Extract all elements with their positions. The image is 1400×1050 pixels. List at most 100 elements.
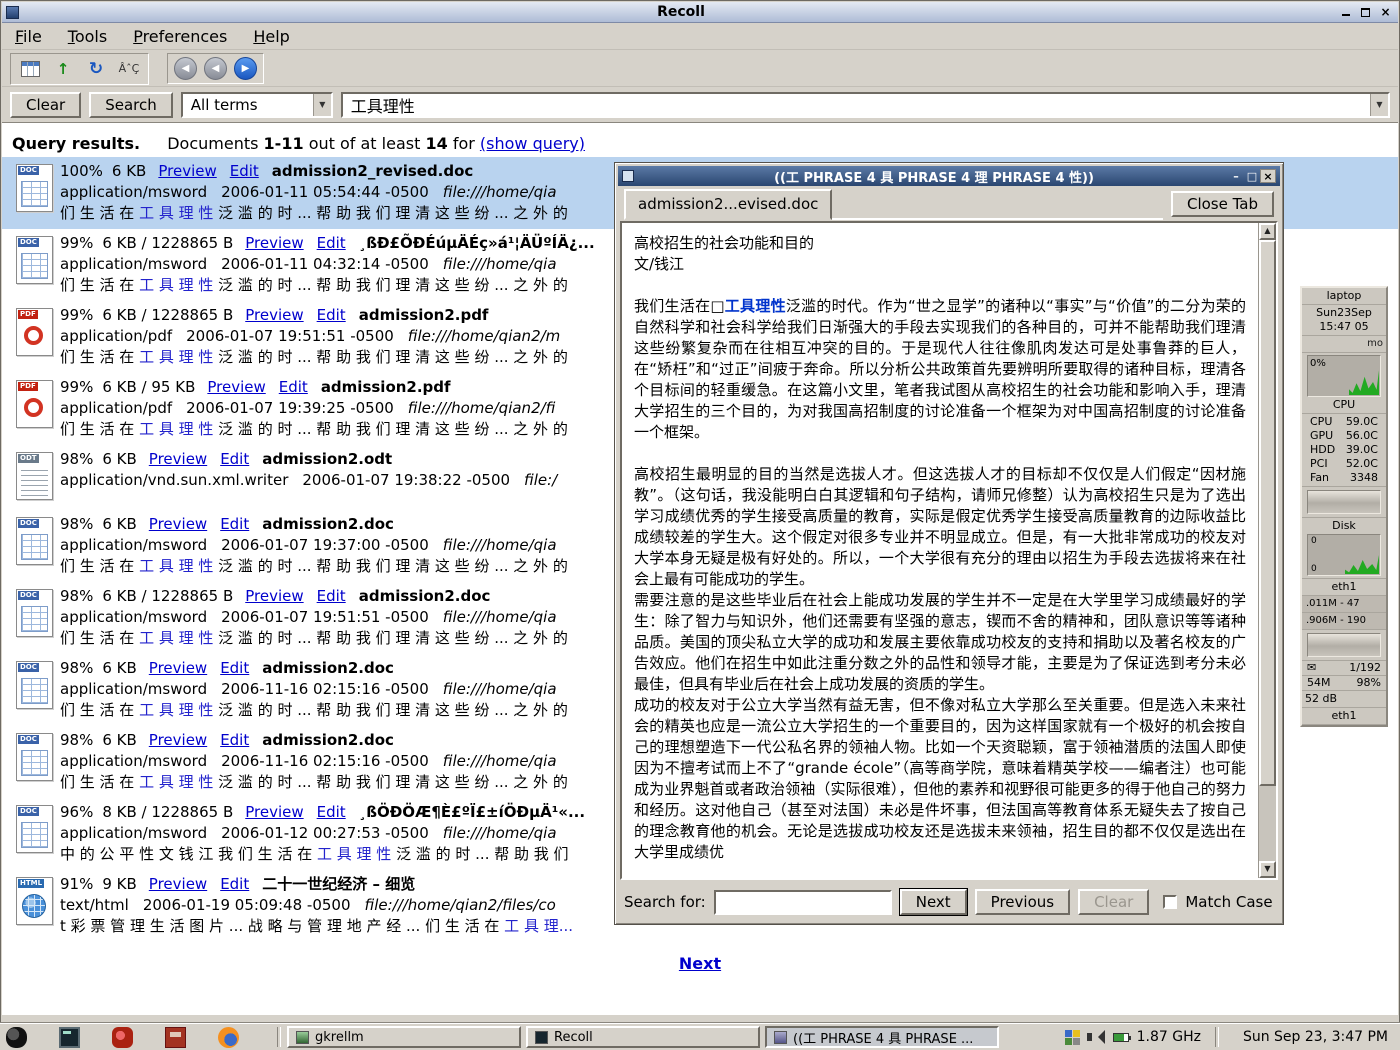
snippet-text: 们 生 活 在 xyxy=(60,276,139,294)
edit-link[interactable]: Edit xyxy=(317,306,346,324)
find-input[interactable] xyxy=(714,890,892,915)
preview-link[interactable]: Preview xyxy=(245,234,303,252)
preview-minimize-button[interactable]: – xyxy=(1228,169,1244,183)
gk-cpu-label: CPU xyxy=(1305,398,1383,412)
preview-link[interactable]: Preview xyxy=(149,450,207,468)
scrollbar-track[interactable] xyxy=(1259,240,1276,861)
preview-link[interactable]: Preview xyxy=(207,378,265,396)
sort-button[interactable]: ↑ xyxy=(50,57,76,81)
table-icon xyxy=(21,61,40,77)
volume-icon[interactable] xyxy=(1091,1030,1105,1044)
close-button[interactable]: × xyxy=(1377,5,1394,20)
term-explorer-button[interactable]: ÂˆÇ xyxy=(116,57,142,81)
result-date: 2006-11-16 02:15:16 -0500 xyxy=(221,752,429,770)
find-next-button[interactable]: Next xyxy=(900,889,967,915)
first-page-button[interactable]: ◀ xyxy=(174,57,197,80)
chevron-down-icon[interactable]: ▼ xyxy=(1370,94,1388,116)
clear-button[interactable]: Clear xyxy=(10,92,81,118)
next-page-button[interactable]: ▶ xyxy=(234,57,257,80)
chevron-down-icon[interactable]: ▼ xyxy=(313,94,331,116)
edit-link[interactable]: Edit xyxy=(220,875,249,893)
gk-meter xyxy=(1307,633,1381,657)
gk-footer: eth1 xyxy=(1302,708,1386,725)
preview-paragraph xyxy=(634,275,1246,296)
search-for-label: Search for: xyxy=(624,893,706,911)
scrollbar-thumb[interactable] xyxy=(1259,240,1276,786)
terminal-icon xyxy=(535,1031,548,1044)
close-tab-button[interactable]: Close Tab xyxy=(1171,191,1274,217)
preview-tab[interactable]: admission2...evised.doc xyxy=(624,189,832,220)
result-score: 99% xyxy=(60,378,93,396)
scroll-down-icon[interactable]: ▼ xyxy=(1259,861,1276,878)
preview-link[interactable]: Preview xyxy=(149,515,207,533)
preview-link[interactable]: Preview xyxy=(158,162,216,180)
preview-link[interactable]: Preview xyxy=(245,587,303,605)
result-filename: admission2.doc xyxy=(262,731,394,749)
edit-link[interactable]: Edit xyxy=(220,515,249,533)
menu-preferences[interactable]: Preferences xyxy=(130,26,230,47)
search-button[interactable]: Search xyxy=(89,92,173,118)
edit-link[interactable]: Edit xyxy=(220,731,249,749)
table-view-button[interactable] xyxy=(17,57,43,81)
query-results-title: Query results. xyxy=(12,134,140,153)
task-button[interactable]: ((工 PHRASE 4 具 PHRASE ... xyxy=(765,1026,999,1048)
maximize-button[interactable] xyxy=(1357,5,1374,20)
match-case-checkbox[interactable] xyxy=(1163,895,1177,909)
snippet-text: t 彩 票 管 理 生 活 图 片 ... 战 略 与 管 理 地 产 经 ..… xyxy=(60,917,504,935)
menu-help[interactable]: Help xyxy=(250,26,292,47)
find-previous-button[interactable]: Previous xyxy=(975,889,1070,915)
menu-tools[interactable]: Tools xyxy=(65,26,110,47)
scroll-up-icon[interactable]: ▲ xyxy=(1259,223,1276,240)
window-menu-icon[interactable] xyxy=(6,1027,27,1048)
doc-file-icon: DOC xyxy=(10,516,60,570)
result-size: 6 KB xyxy=(102,450,136,468)
preview-link[interactable]: Preview xyxy=(245,803,303,821)
result-mimetype: application/msword xyxy=(60,608,207,626)
prev-page-button[interactable]: ◀ xyxy=(204,57,227,80)
net-stat: .011M - 47 xyxy=(1302,596,1386,613)
edit-link[interactable]: Edit xyxy=(230,162,259,180)
gk-hostname: laptop xyxy=(1302,288,1386,305)
result-score: 100% xyxy=(60,162,103,180)
app-launcher-icon[interactable] xyxy=(112,1027,133,1048)
search-mode-select[interactable]: All terms ▼ xyxy=(181,92,333,118)
snippet-text: 们 生 活 在 xyxy=(60,204,139,222)
gk-krell xyxy=(1302,487,1386,518)
query-input[interactable]: 工具理性 ▼ xyxy=(341,92,1390,118)
file-type-badge: DOC xyxy=(18,735,39,744)
preview-link[interactable]: Preview xyxy=(149,659,207,677)
preview-link[interactable]: Preview xyxy=(149,731,207,749)
result-size: 6 KB / 95 KB xyxy=(102,378,195,396)
edit-link[interactable]: Edit xyxy=(220,659,249,677)
edit-link[interactable]: Edit xyxy=(220,450,249,468)
keyboard-layout-icon[interactable] xyxy=(1065,1029,1083,1045)
edit-link[interactable]: Edit xyxy=(317,803,346,821)
minimize-button[interactable] xyxy=(1337,5,1354,20)
task-button[interactable]: Recoll xyxy=(526,1026,760,1048)
snippet-match: 工 具 理 性 xyxy=(139,557,213,575)
update-index-button[interactable]: ↻ xyxy=(83,57,109,81)
preview-titlebar[interactable]: ((工 PHRASE 4 具 PHRASE 4 理 PHRASE 4 性)) –… xyxy=(618,166,1280,186)
next-results-page-link[interactable]: Next xyxy=(679,954,721,973)
preview-maximize-button[interactable]: □ xyxy=(1244,169,1260,183)
preview-close-button[interactable]: × xyxy=(1260,169,1276,183)
preview-link[interactable]: Preview xyxy=(245,306,303,324)
preview-link[interactable]: Preview xyxy=(149,875,207,893)
result-date: 2006-01-11 05:54:44 -0500 xyxy=(221,183,429,201)
battery-icon[interactable] xyxy=(1113,1033,1129,1042)
titlebar[interactable]: Recoll × xyxy=(2,2,1398,23)
firefox-launcher-icon[interactable] xyxy=(218,1027,239,1048)
edit-link[interactable]: Edit xyxy=(317,587,346,605)
task-button[interactable]: gkrellm xyxy=(287,1026,521,1048)
result-filename: 二十一世纪经济 – 细览 xyxy=(262,875,415,893)
edit-link[interactable]: Edit xyxy=(317,234,346,252)
menu-file[interactable]: File xyxy=(12,26,45,47)
terminal-launcher-icon[interactable] xyxy=(59,1027,80,1048)
editor-launcher-icon[interactable] xyxy=(165,1027,186,1048)
result-score: 99% xyxy=(60,234,93,252)
results-count-text: for xyxy=(453,134,475,153)
show-query-link[interactable]: (show query) xyxy=(480,134,585,153)
preview-scrollbar[interactable]: ▲ ▼ xyxy=(1258,223,1276,878)
gk-cpu-section: 0% CPU xyxy=(1302,353,1386,414)
edit-link[interactable]: Edit xyxy=(279,378,308,396)
